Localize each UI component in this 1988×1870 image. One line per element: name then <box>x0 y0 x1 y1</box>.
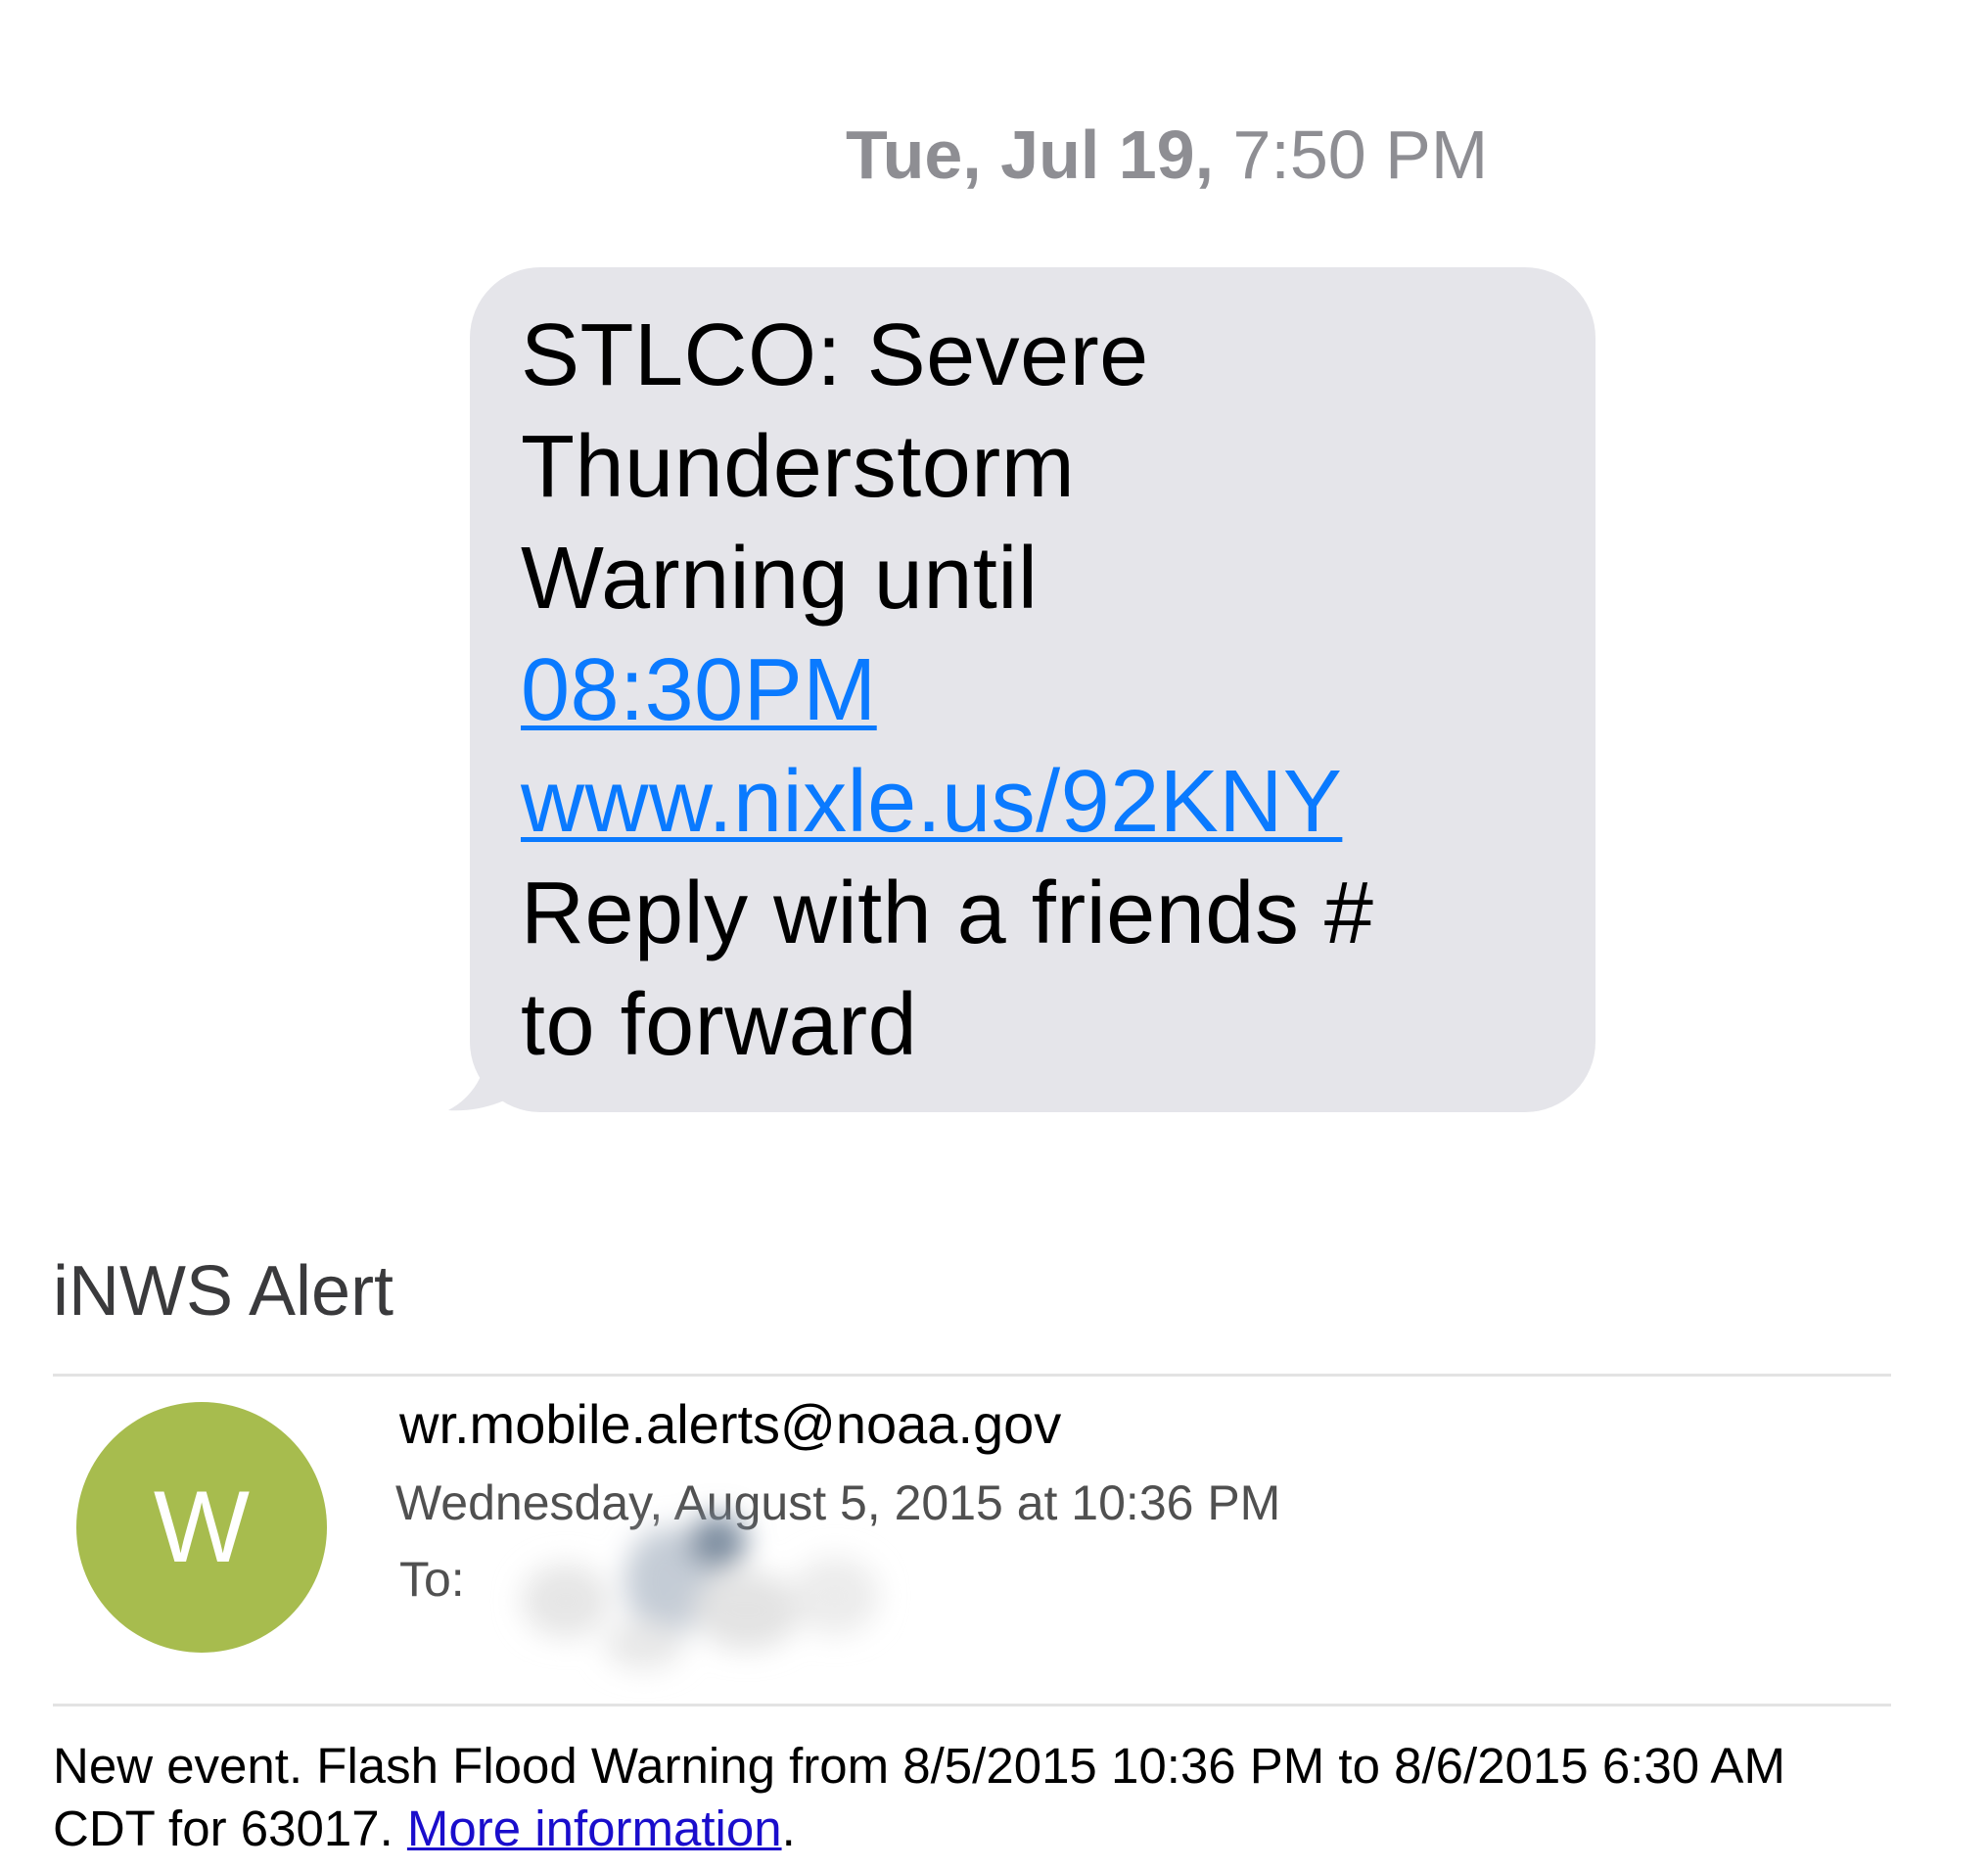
message-line: STLCO: Severe <box>521 306 1149 404</box>
email-subject: iNWS Alert <box>53 1252 394 1331</box>
avatar[interactable]: W <box>76 1402 327 1653</box>
recipient-row: To: <box>399 1515 987 1669</box>
timestamp-time: 7:50 PM <box>1214 117 1489 193</box>
sender-address[interactable]: wr.mobile.alerts@noaa.gov <box>399 1392 1061 1457</box>
divider <box>53 1704 1891 1706</box>
avatar-letter: W <box>153 1470 251 1584</box>
to-label: To: <box>399 1552 465 1607</box>
message-line: to forward <box>521 976 918 1074</box>
message-line: Warning until <box>521 530 1039 628</box>
divider <box>53 1374 1891 1377</box>
body-line: New event. Flash Flood Warning from 8/5/… <box>53 1738 1785 1794</box>
body-period: . <box>781 1800 796 1856</box>
time-link[interactable]: 08:30PM <box>521 641 877 739</box>
message-timestamp: Tue, Jul 19, 7:50 PM <box>846 116 1488 194</box>
timestamp-day: Tue, Jul 19, <box>846 117 1215 193</box>
message-bubble-body: STLCO: Severe Thunderstorm Warning until… <box>470 267 1595 1112</box>
received-message-bubble[interactable]: STLCO: Severe Thunderstorm Warning until… <box>448 267 1595 1112</box>
nixle-url-link[interactable]: www.nixle.us/92KNY <box>521 753 1342 851</box>
message-line: Thunderstorm <box>521 418 1076 516</box>
body-text: CDT for 63017. <box>53 1800 407 1856</box>
message-line: Reply with a friends # <box>521 865 1374 962</box>
more-information-link[interactable]: More information <box>407 1800 782 1856</box>
email-body: New event. Flash Flood Warning from 8/5/… <box>53 1735 1952 1860</box>
redacted-recipient-icon <box>522 1515 879 1669</box>
